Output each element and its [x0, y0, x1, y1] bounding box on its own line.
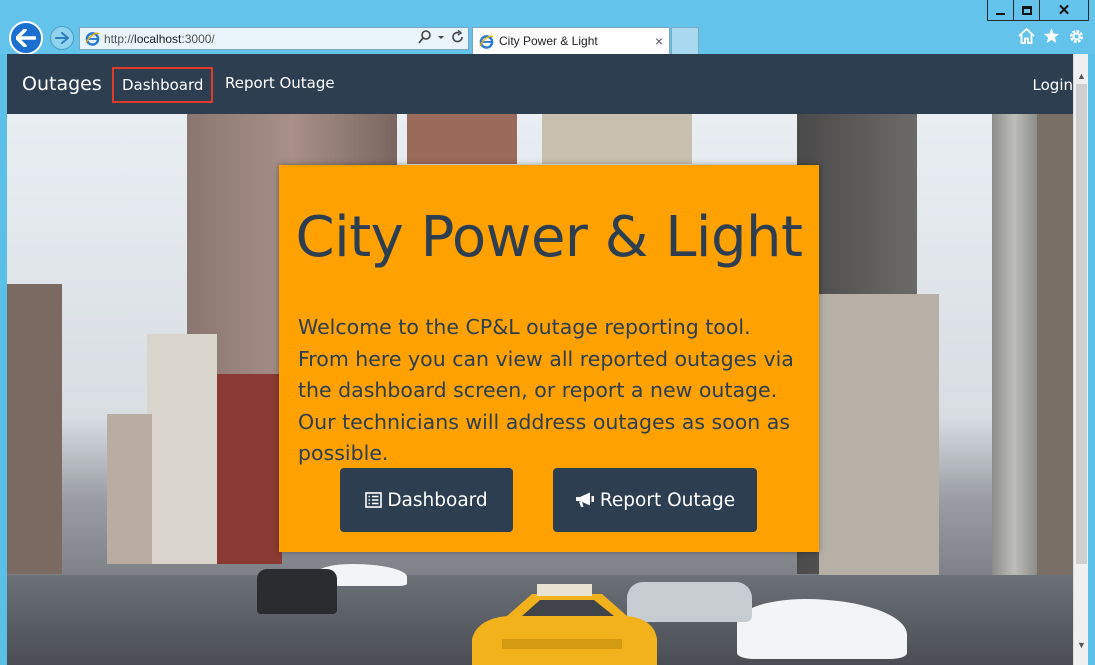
maximize-button[interactable]: [1014, 0, 1040, 20]
browser-toolbar: [1018, 28, 1085, 45]
address-bar[interactable]: http://localhost:3000/: [79, 27, 469, 50]
refresh-icon[interactable]: [451, 30, 464, 44]
close-window-button[interactable]: ✕: [1040, 0, 1088, 20]
tab-title: City Power & Light: [499, 34, 598, 48]
dropdown-icon[interactable]: [437, 30, 445, 44]
hero-title: City Power & Light: [295, 205, 803, 270]
minimize-button[interactable]: [988, 0, 1014, 20]
building-top-center2: [542, 114, 692, 164]
building-left-edge: [7, 284, 62, 574]
top-navbar: Outages Dashboard Report Outage Login: [7, 54, 1073, 114]
building-top-center: [407, 114, 517, 164]
hero-description: Welcome to the CP&L outage reporting too…: [298, 315, 794, 465]
building-right-edge: [1037, 114, 1073, 584]
settings-gear-icon[interactable]: [1068, 28, 1085, 45]
forward-button[interactable]: [50, 26, 74, 50]
navbar-brand[interactable]: Outages: [22, 73, 102, 95]
address-tools: [418, 30, 464, 44]
arrow-right-icon: [55, 32, 69, 44]
page-viewport: Outages Dashboard Report Outage Login Ci…: [7, 54, 1088, 665]
building-right-light: [819, 294, 939, 584]
arrow-left-icon: [16, 29, 36, 47]
home-icon[interactable]: [1018, 28, 1035, 44]
building-left-red: [217, 374, 282, 564]
ie-logo-icon: [85, 32, 100, 46]
scroll-down-icon[interactable]: ▼: [1074, 637, 1088, 653]
bullhorn-icon: [575, 492, 595, 508]
vertical-scrollbar[interactable]: ▲ ▼: [1073, 54, 1088, 665]
address-url: http://localhost:3000/: [104, 31, 215, 46]
new-tab-button[interactable]: [671, 27, 699, 54]
taxi: [462, 584, 662, 665]
back-button[interactable]: [9, 21, 43, 55]
nav-link-report-outage[interactable]: Report Outage: [225, 74, 335, 92]
report-outage-button[interactable]: Report Outage: [553, 468, 757, 532]
nav-link-dashboard[interactable]: Dashboard: [111, 67, 214, 103]
list-icon: [365, 492, 383, 508]
browser-tab[interactable]: City Power & Light ×: [472, 27, 670, 54]
jumbotron: City Power & Light Welcome to the CP&L o…: [279, 165, 819, 552]
search-icon[interactable]: [418, 30, 431, 44]
tab-close-icon[interactable]: ×: [655, 33, 663, 49]
building-right-column: [992, 114, 1037, 584]
report-outage-button-label: Report Outage: [599, 489, 736, 511]
browser-chrome: ✕ http://localhost:3000/ City Power & Li…: [0, 0, 1095, 55]
building-left-mid: [147, 334, 217, 564]
scroll-thumb[interactable]: [1076, 84, 1087, 564]
dashboard-button-label: Dashboard: [387, 489, 488, 511]
scroll-up-icon[interactable]: ▲: [1074, 68, 1088, 84]
nav-link-login[interactable]: Login: [1033, 76, 1073, 94]
car-dark: [257, 569, 337, 614]
minimize-icon: [996, 13, 1005, 15]
maximize-icon: [1021, 5, 1032, 15]
dashboard-button[interactable]: Dashboard: [340, 468, 513, 532]
ie-logo-icon: [479, 34, 494, 49]
window-controls: ✕: [987, 0, 1089, 21]
close-icon: ✕: [1057, 2, 1071, 19]
favorites-star-icon[interactable]: [1043, 28, 1060, 44]
building-left-far: [107, 414, 152, 564]
